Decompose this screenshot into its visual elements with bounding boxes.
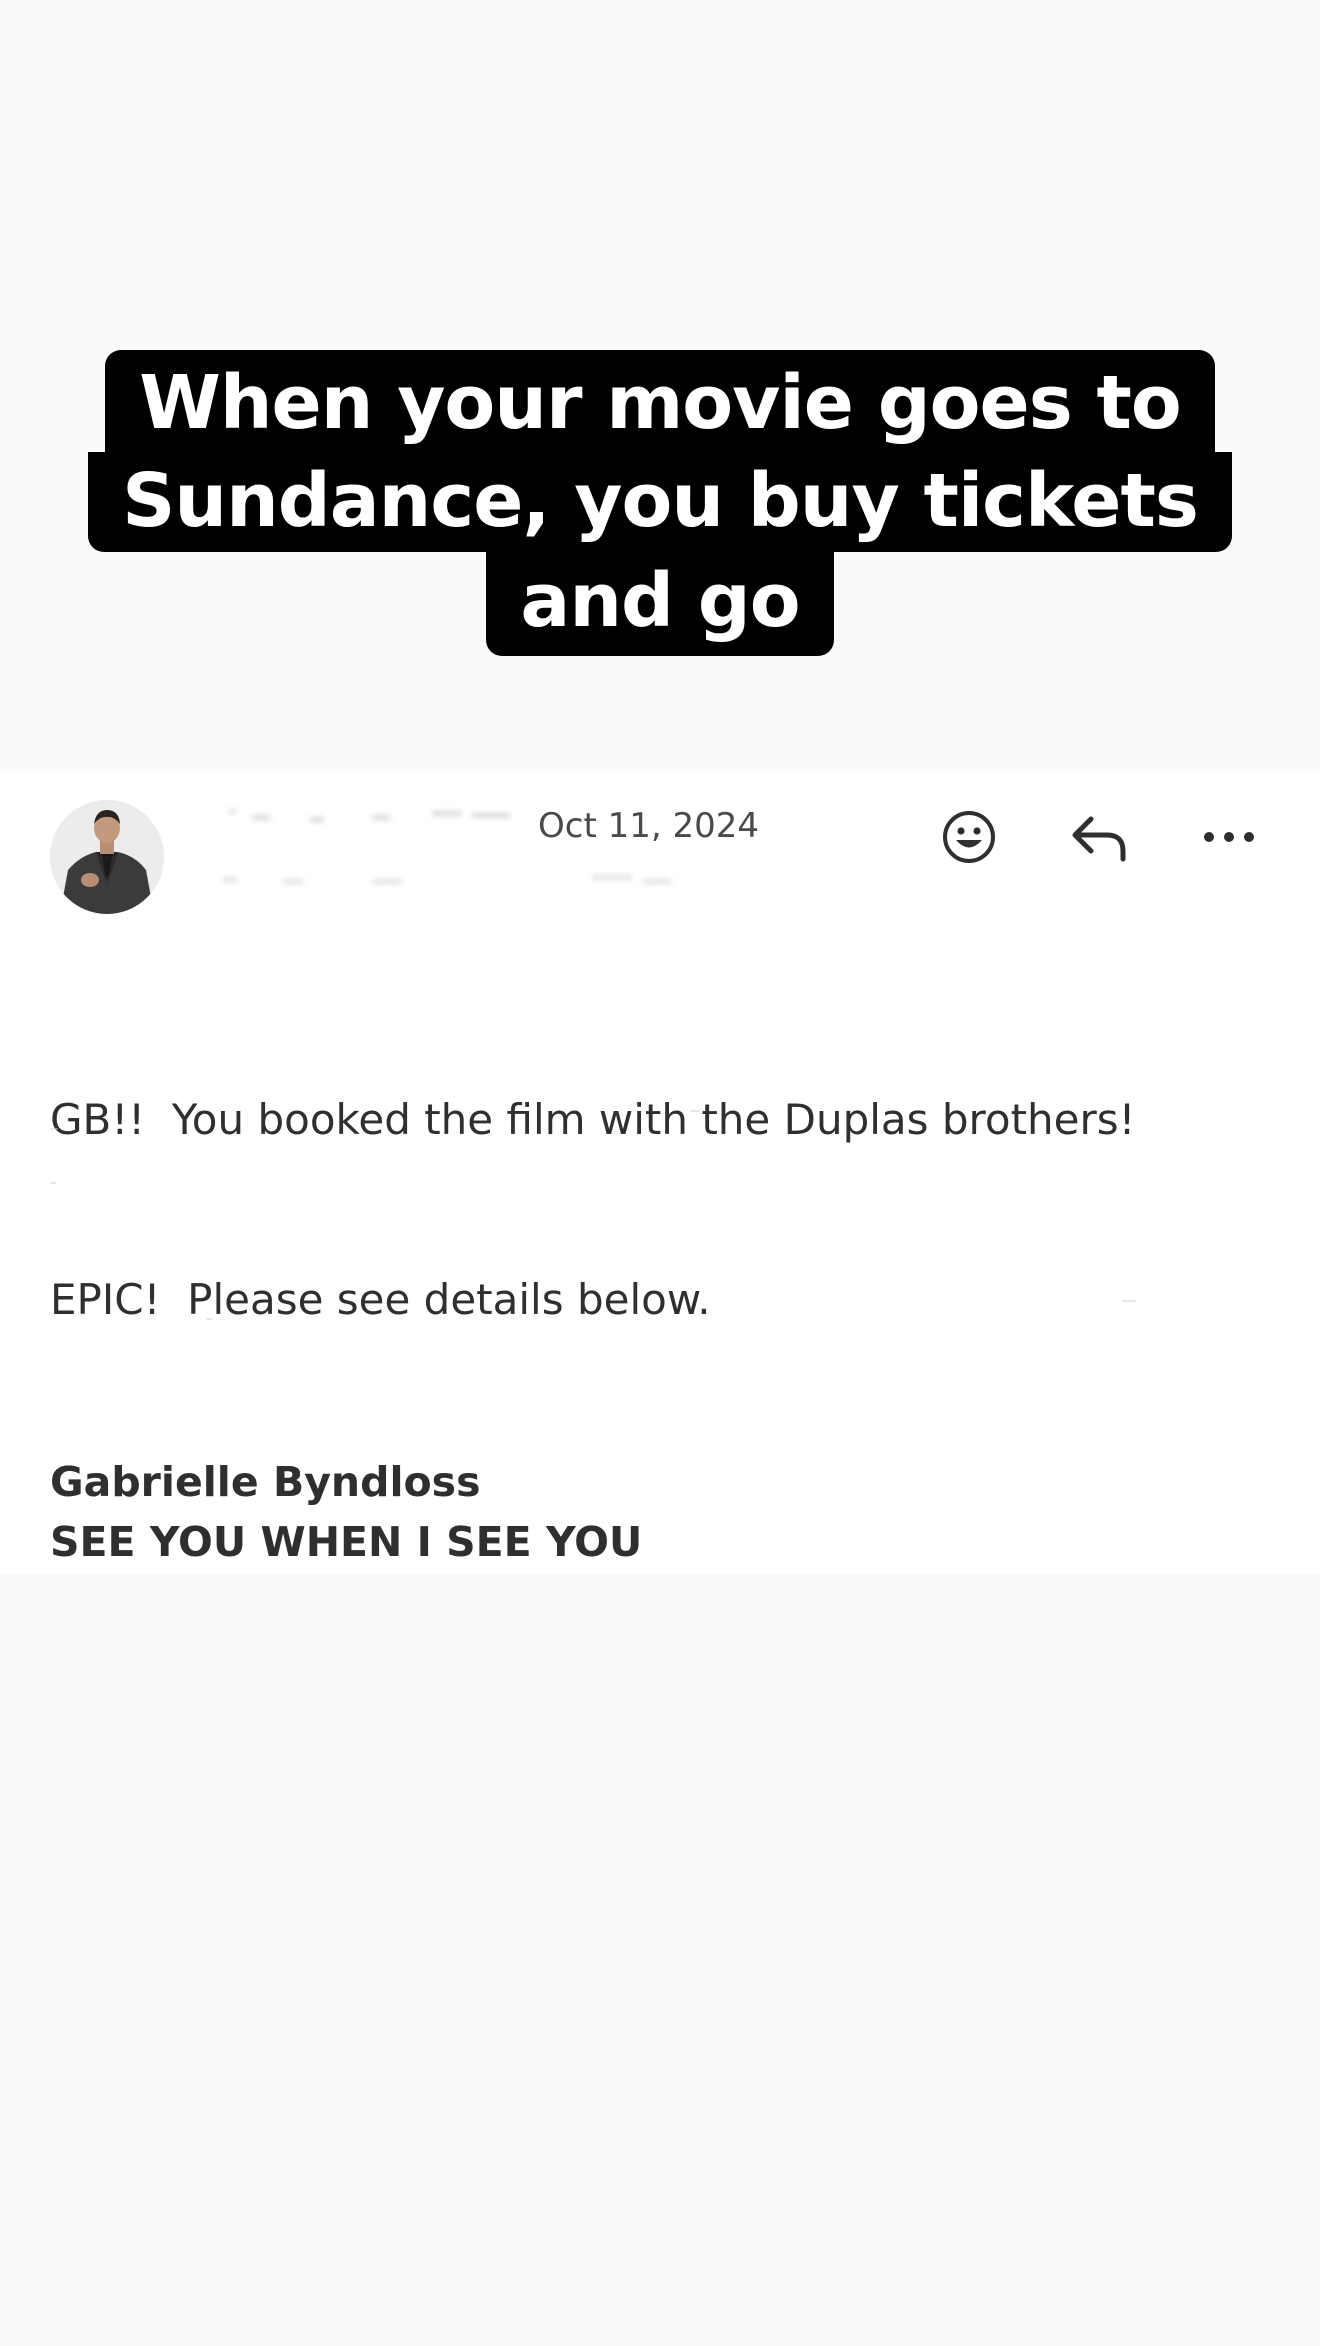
caption-line-3: and go xyxy=(486,552,834,656)
email-body: GB!! You booked the film with the Duplas… xyxy=(50,970,1270,1450)
email-date: Oct 11, 2024 xyxy=(538,806,759,846)
caption-line-1: When your movie goes to xyxy=(105,350,1215,452)
reply-button[interactable] xyxy=(1064,802,1134,872)
signature-tagline: SEE YOU WHEN I SEE YOU xyxy=(50,1518,643,1566)
more-options-button[interactable] xyxy=(1194,802,1264,872)
sender-name-redacted xyxy=(222,802,522,832)
caption-overlay: When your movie goes to Sundance, you bu… xyxy=(0,350,1320,656)
avatar-photo xyxy=(50,800,164,914)
smiley-face-icon xyxy=(943,811,995,863)
reply-arrow-icon xyxy=(1072,816,1126,862)
add-reaction-button[interactable] xyxy=(934,802,1004,872)
signature-name: Gabrielle Byndloss xyxy=(50,1458,481,1506)
email-message: Oct 11, 2024 GB!! You booked the film wi… xyxy=(0,772,1320,1574)
email-body-line-2: EPIC! Please see details below. xyxy=(50,1275,711,1324)
ellipsis-icon xyxy=(1204,832,1254,842)
email-signature: Gabrielle Byndloss SEE YOU WHEN I SEE YO… xyxy=(50,1452,642,1572)
recipient-line-redacted xyxy=(222,872,722,892)
caption-line-2: Sundance, you buy tickets xyxy=(88,452,1232,552)
email-body-line-1: GB!! You booked the film with the Duplas… xyxy=(50,1095,1136,1144)
sender-avatar[interactable] xyxy=(50,800,164,914)
